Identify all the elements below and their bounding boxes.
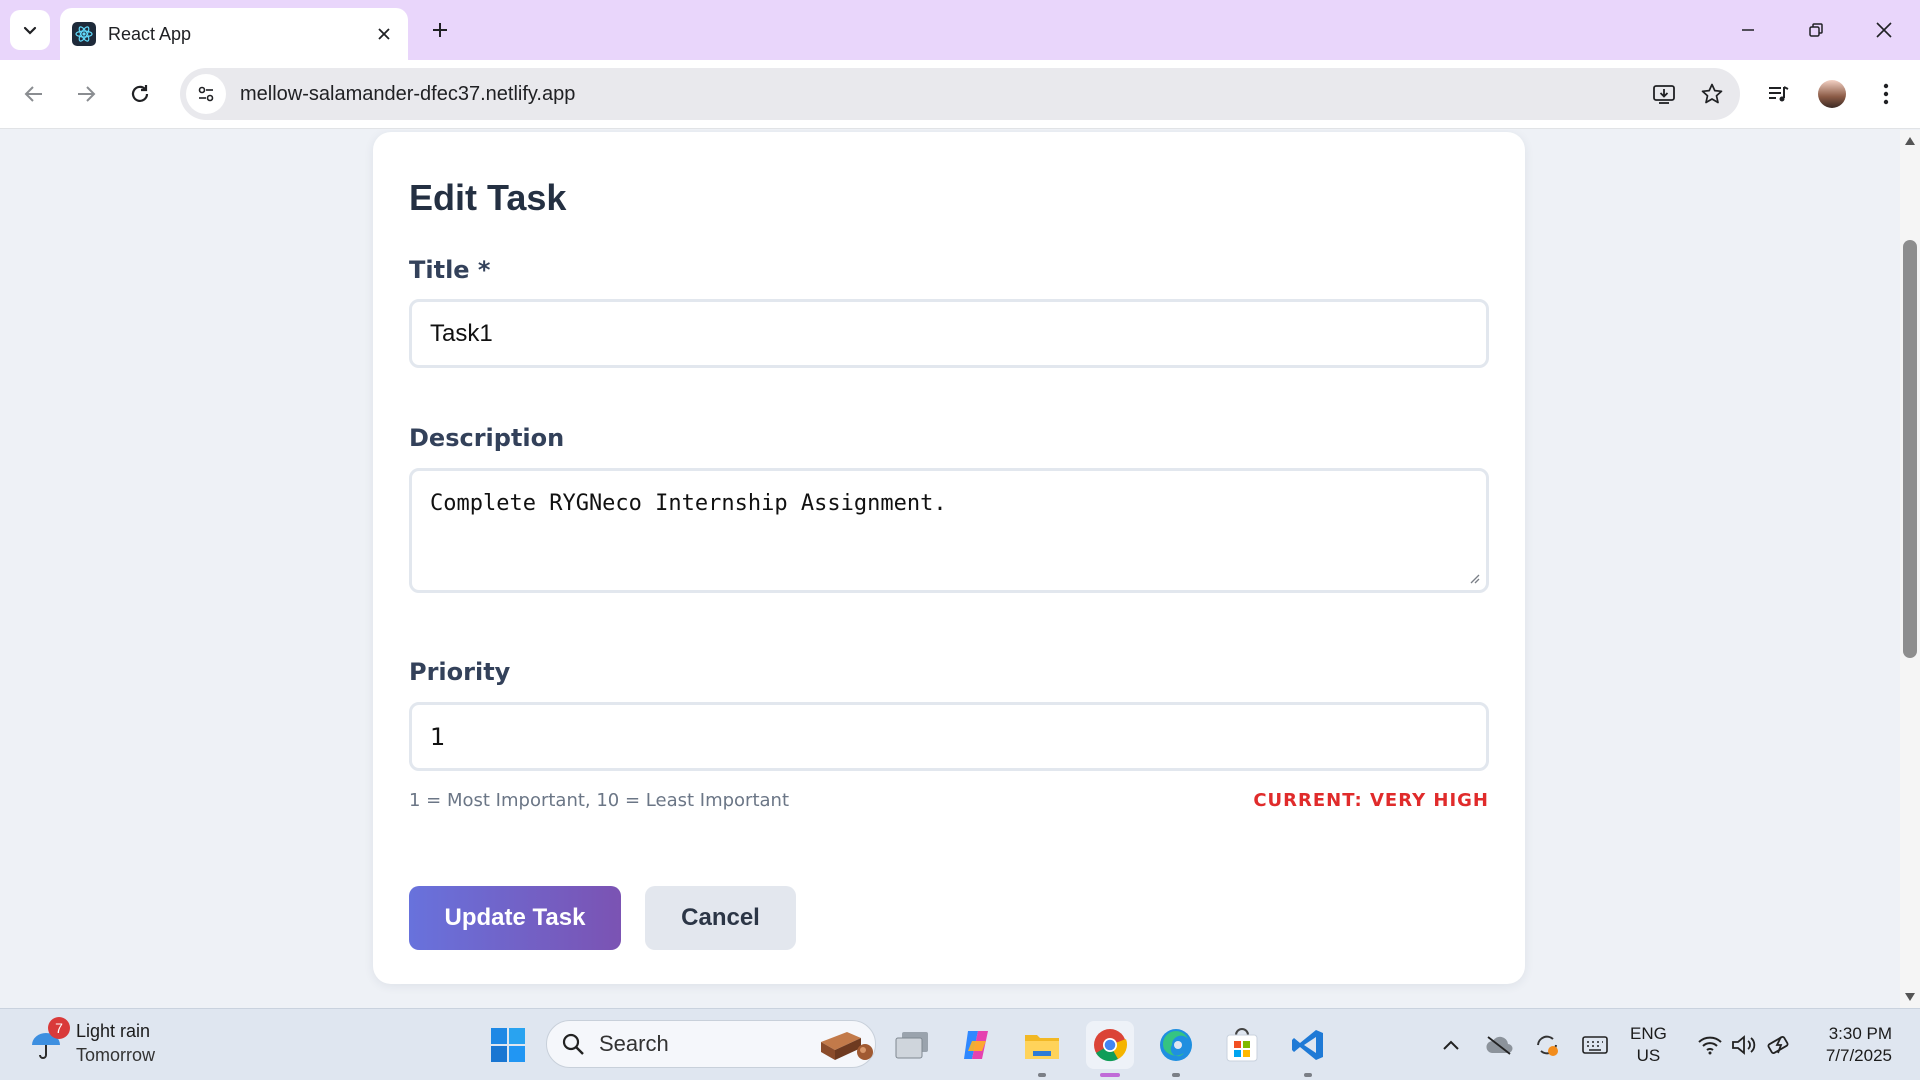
taskbar-search[interactable]: Search xyxy=(546,1020,876,1068)
vscode-icon[interactable] xyxy=(1284,1021,1332,1077)
description-label: Description xyxy=(409,424,565,452)
arrow-left-icon xyxy=(24,86,42,102)
onedrive-offline-icon[interactable] xyxy=(1482,1021,1516,1069)
restore-button[interactable] xyxy=(1792,10,1840,50)
tab-search-button[interactable] xyxy=(10,10,50,50)
page-scrollbar[interactable] xyxy=(1900,130,1920,1008)
language-code: ENG xyxy=(1630,1024,1667,1043)
install-icon xyxy=(1653,85,1675,104)
reload-button[interactable] xyxy=(120,74,160,114)
windows-taskbar: 7 Light rain Tomorrow Search ENG US 3:30… xyxy=(0,1008,1920,1080)
browser-menu-button[interactable] xyxy=(1866,74,1906,114)
tab-title: React App xyxy=(108,23,192,44)
rain-umbrella-icon: 7 xyxy=(28,1017,70,1061)
title-label: Title * xyxy=(409,256,491,284)
language-indicator[interactable]: ENG US xyxy=(1630,1023,1667,1067)
browser-titlebar: React App xyxy=(0,0,1920,60)
install-app-button[interactable] xyxy=(1644,74,1684,114)
tune-icon xyxy=(198,86,214,102)
chocolate-cake-icon xyxy=(821,1032,873,1060)
close-icon xyxy=(1876,22,1892,38)
start-button[interactable] xyxy=(484,1021,532,1069)
page-viewport: Edit Task Title * Task1 Description Comp… xyxy=(0,130,1920,1008)
url-text[interactable]: mellow-salamander-dfec37.netlify.app xyxy=(240,83,1644,106)
system-clock[interactable]: 3:30 PM 7/7/2025 xyxy=(1812,1023,1892,1067)
clock-time: 3:30 PM xyxy=(1828,1024,1892,1043)
plus-icon xyxy=(433,23,447,37)
bookmark-button[interactable] xyxy=(1692,74,1732,114)
windows-logo-icon xyxy=(491,1028,525,1062)
browser-tab[interactable]: React App xyxy=(60,8,408,60)
volume-icon[interactable] xyxy=(1728,1021,1760,1069)
chevron-down-icon xyxy=(23,26,37,35)
arrow-right-icon xyxy=(78,86,96,102)
new-tab-button[interactable] xyxy=(424,14,456,46)
minimize-icon xyxy=(1742,29,1754,31)
priority-label: Priority xyxy=(409,658,511,686)
clock-date: 7/7/2025 xyxy=(1825,1046,1892,1065)
weather-widget[interactable]: 7 Light rain Tomorrow xyxy=(28,1017,156,1067)
star-icon xyxy=(1701,83,1723,104)
edit-task-card: Edit Task Title * Task1 Description Comp… xyxy=(373,132,1525,984)
profile-button[interactable] xyxy=(1812,74,1852,114)
show-hidden-icons-button[interactable] xyxy=(1436,1021,1466,1069)
forward-button[interactable] xyxy=(66,74,106,114)
resize-grip-icon[interactable] xyxy=(1468,572,1480,584)
tab-close-button[interactable] xyxy=(372,22,396,46)
battery-charging-icon[interactable] xyxy=(1764,1021,1796,1069)
title-input[interactable]: Task1 xyxy=(409,299,1489,368)
keyboard-icon[interactable] xyxy=(1578,1021,1612,1069)
browser-toolbar: mellow-salamander-dfec37.netlify.app xyxy=(0,60,1920,129)
weather-when: Tomorrow xyxy=(76,1045,156,1065)
search-icon xyxy=(562,1033,584,1055)
address-bar[interactable]: mellow-salamander-dfec37.netlify.app xyxy=(180,68,1740,120)
microsoft-store-icon[interactable] xyxy=(1218,1021,1266,1069)
weather-condition: Light rain xyxy=(76,1021,151,1041)
page-title: Edit Task xyxy=(409,177,567,218)
restore-icon xyxy=(1809,23,1823,37)
search-label: Search xyxy=(599,1031,669,1056)
scroll-down-arrow-icon[interactable] xyxy=(1903,990,1917,1004)
priority-input-value: 1 xyxy=(430,722,446,751)
region-code: US xyxy=(1636,1046,1661,1065)
weather-badge: 7 xyxy=(48,1017,70,1039)
more-vertical-icon xyxy=(1883,83,1889,105)
cancel-button[interactable]: Cancel xyxy=(645,886,796,950)
close-icon xyxy=(378,28,390,40)
copilot-icon[interactable] xyxy=(952,1021,1000,1069)
chrome-taskbar-icon[interactable] xyxy=(1086,1021,1134,1077)
scrollbar-thumb[interactable] xyxy=(1903,240,1917,658)
priority-hint: 1 = Most Important, 10 = Least Important xyxy=(409,790,789,811)
site-info-button[interactable] xyxy=(186,74,226,114)
priority-current-status: CURRENT: VERY HIGH xyxy=(1253,790,1489,811)
title-input-value: Task1 xyxy=(430,319,493,347)
task-view-icon[interactable] xyxy=(888,1021,936,1069)
close-window-button[interactable] xyxy=(1860,10,1908,50)
priority-input[interactable]: 1 xyxy=(409,702,1489,771)
update-task-button[interactable]: Update Task xyxy=(409,886,621,950)
file-explorer-icon[interactable] xyxy=(1018,1021,1066,1077)
avatar xyxy=(1818,80,1846,108)
edge-icon[interactable] xyxy=(1152,1021,1200,1077)
sync-status-icon[interactable] xyxy=(1530,1021,1564,1069)
description-value: Complete RYGNeco Internship Assignment. xyxy=(430,491,947,516)
scroll-up-arrow-icon[interactable] xyxy=(1903,134,1917,148)
back-button[interactable] xyxy=(14,74,54,114)
react-logo-icon xyxy=(72,22,96,46)
media-queue-icon xyxy=(1769,86,1789,102)
reload-icon xyxy=(131,85,149,102)
wifi-icon[interactable] xyxy=(1694,1021,1726,1069)
minimize-button[interactable] xyxy=(1724,10,1772,50)
chevron-up-icon xyxy=(1443,1040,1459,1050)
description-textarea[interactable]: Complete RYGNeco Internship Assignment. xyxy=(409,468,1489,593)
media-control-button[interactable] xyxy=(1758,74,1798,114)
